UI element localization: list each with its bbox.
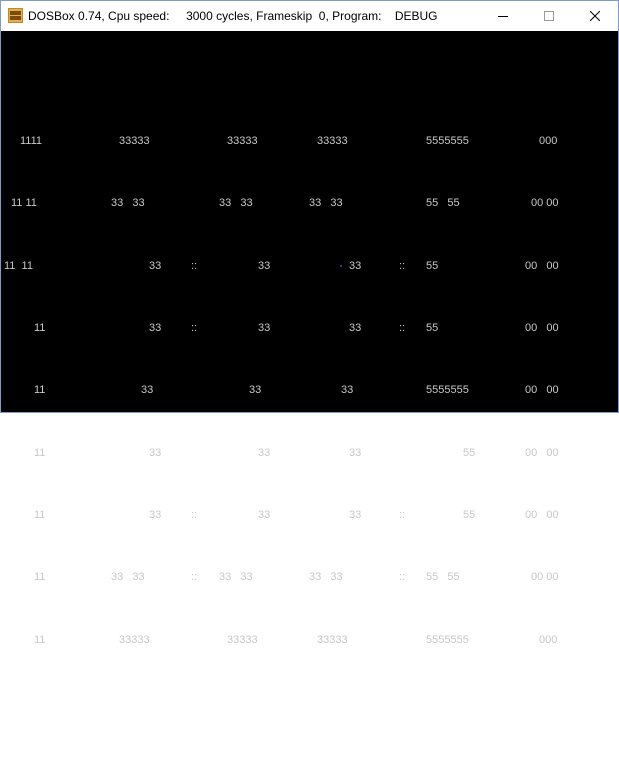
close-icon xyxy=(590,11,600,21)
console-text: 11 11 xyxy=(4,259,33,272)
console-text: 33 33 xyxy=(309,197,343,210)
console-text: 55 xyxy=(463,446,476,459)
console-text: :: xyxy=(191,321,198,334)
console-text: 11 xyxy=(34,509,46,522)
console-text: 00 00 xyxy=(525,259,559,272)
console-text: 00 00 xyxy=(525,509,559,522)
console-text: 33 xyxy=(149,259,162,272)
console-text: 55 xyxy=(426,259,439,272)
console-text: 33 xyxy=(349,509,362,522)
console-text: 000 xyxy=(539,134,558,147)
console-line: 11 33 :: 33 33 :: 55 00 00 xyxy=(1,508,559,524)
console-text: 5555555 xyxy=(426,134,469,147)
console-text: 00 00 xyxy=(525,321,559,334)
console-text: 33 xyxy=(258,321,271,334)
console-text: 55 55 xyxy=(426,197,460,210)
console-text: 33 33 xyxy=(219,197,253,210)
console-text: 33333 xyxy=(317,633,348,646)
console-text: 1111 xyxy=(20,134,43,147)
console-text: 33 xyxy=(341,384,354,397)
console-text: 33 xyxy=(258,509,271,522)
minimize-button[interactable] xyxy=(480,1,526,31)
console-text: :: xyxy=(191,571,198,584)
console-output: 1111 33333 33333 33333 5555555 000 11 11… xyxy=(1,87,559,680)
close-button[interactable] xyxy=(572,1,618,31)
console-text: 55 xyxy=(426,321,439,334)
console-text: 33333 xyxy=(227,134,258,147)
console-text: 11 xyxy=(34,571,46,584)
console-text: 5555555 xyxy=(426,384,469,397)
console-text: 5555555 xyxy=(426,633,469,646)
console-line: 11 33 33 :: 33 33 33 33 :: 55 55 00 00 xyxy=(1,570,559,586)
console-text: 33333 xyxy=(119,633,150,646)
console-text: 33333 xyxy=(317,134,348,147)
console-text: 33 33 xyxy=(309,571,343,584)
console-line: 1111 33333 33333 33333 5555555 000 xyxy=(1,134,557,150)
console-text: :: xyxy=(399,259,406,272)
console-text: :: xyxy=(191,259,198,272)
console-text: 11 xyxy=(34,446,46,459)
console-line: 11 33333 33333 33333 5555555 000 xyxy=(1,633,557,649)
console-text: 33333 xyxy=(227,633,258,646)
console-text: 55 55 xyxy=(426,571,460,584)
dos-console-screen[interactable]: 1111 33333 33333 33333 5555555 000 11 11… xyxy=(1,31,618,646)
console-text: 33 xyxy=(149,509,162,522)
console-text: 33 xyxy=(249,384,262,397)
console-text: 33 xyxy=(149,321,162,334)
console-text: 33 33 xyxy=(111,571,145,584)
window-title: DOSBox 0.74, Cpu speed: 3000 cycles, Fra… xyxy=(28,9,438,23)
console-text: 11 xyxy=(34,384,46,397)
console-text: 33 33 xyxy=(111,197,145,210)
dosbox-icon[interactable] xyxy=(8,8,23,23)
console-line: 11 33 :: 33 33 :: 55 00 00 xyxy=(1,321,559,337)
console-text: 33 xyxy=(258,259,271,272)
console-line: 11 33 33 33 5555555 00 00 xyxy=(1,383,559,399)
console-text: 33 xyxy=(349,259,362,272)
maximize-icon xyxy=(544,11,554,21)
console-text: :: xyxy=(399,571,406,584)
console-text: 000 xyxy=(539,633,558,646)
console-line: 11 33 33 33 55 00 00 xyxy=(1,446,559,462)
console-text: 33 33 xyxy=(219,571,253,584)
console-text: 33 xyxy=(141,384,154,397)
minimize-icon xyxy=(498,16,508,17)
console-line: 11 11 33 33 33 33 33 33 55 55 00 00 xyxy=(1,196,559,212)
dosbox-window: DOSBox 0.74, Cpu speed: 3000 cycles, Fra… xyxy=(0,0,619,646)
console-text: 11 xyxy=(34,633,46,646)
console-text: 33333 xyxy=(119,134,150,147)
console-text: 33 xyxy=(349,321,362,334)
console-text: 00 00 xyxy=(531,571,559,584)
console-text: 33 xyxy=(149,446,162,459)
console-text: 00 00 xyxy=(531,197,559,210)
console-text: 33 xyxy=(258,446,271,459)
console-text: 11 11 xyxy=(11,197,37,210)
console-text: 55 xyxy=(463,509,476,522)
text-cursor xyxy=(340,265,342,267)
console-text: 00 00 xyxy=(525,384,559,397)
console-line: 11 11 33 :: 33 33 :: 55 00 00 xyxy=(1,259,559,275)
title-bar[interactable]: DOSBox 0.74, Cpu speed: 3000 cycles, Fra… xyxy=(1,1,618,31)
console-text: :: xyxy=(399,321,406,334)
console-text: :: xyxy=(191,509,198,522)
console-text: 33 xyxy=(349,446,362,459)
console-text: 11 xyxy=(34,321,46,334)
console-text: :: xyxy=(399,509,406,522)
maximize-button[interactable] xyxy=(526,1,572,31)
console-text: 00 00 xyxy=(525,446,559,459)
